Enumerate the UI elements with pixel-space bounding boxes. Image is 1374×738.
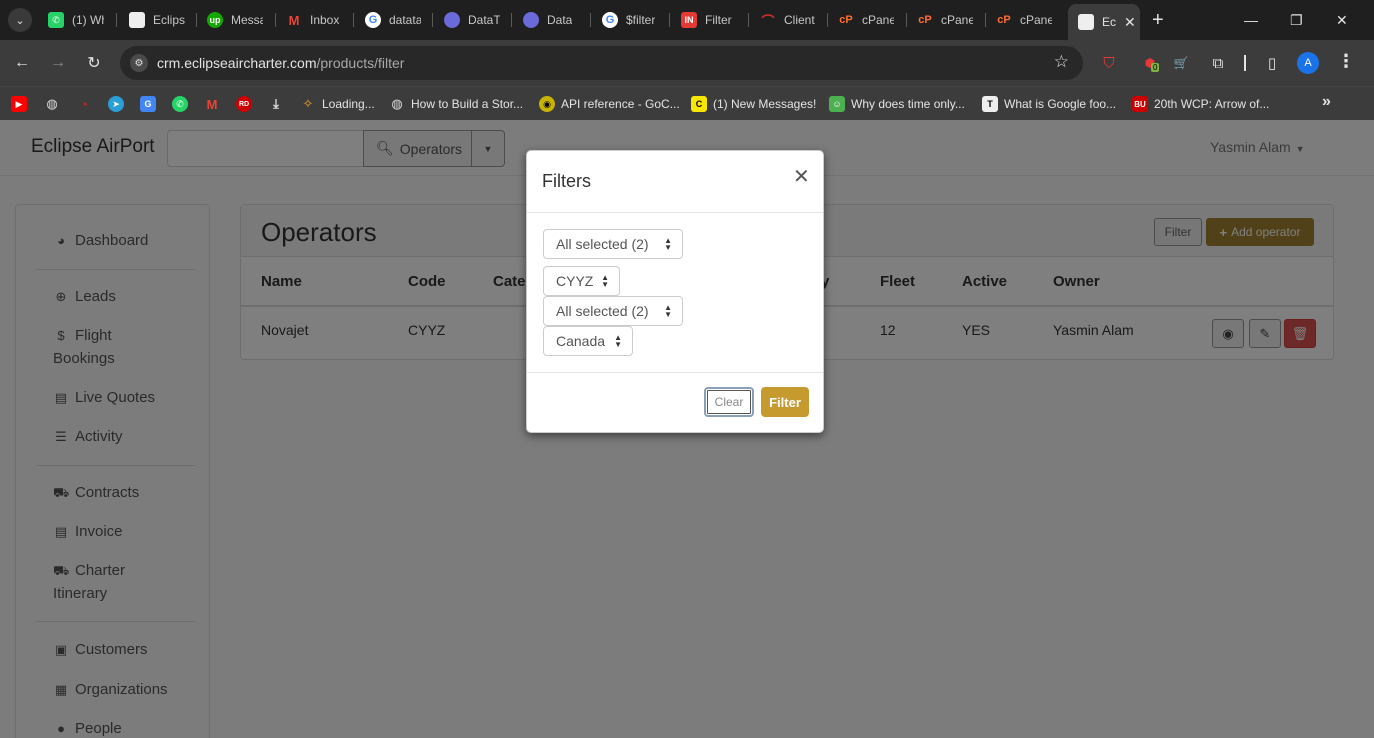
restore-icon[interactable]: ❐ bbox=[1290, 10, 1303, 30]
download-icon: ⤓ bbox=[273, 96, 279, 111]
tab-client[interactable]: ⌒ Client bbox=[760, 6, 816, 34]
bookmark-speed[interactable]: ◔ bbox=[76, 94, 98, 114]
bookmark-youtube[interactable]: ▶ bbox=[11, 94, 33, 114]
filter-select-status[interactable]: All selected (2) ▲ ▼ bbox=[543, 296, 683, 326]
new-tab-icon[interactable]: + bbox=[1152, 8, 1164, 32]
tab-eclipse-active[interactable]: Ec ✕ bbox=[1068, 4, 1140, 40]
datatables-icon bbox=[444, 12, 460, 28]
apply-filter-button[interactable]: Filter bbox=[761, 387, 809, 417]
bookmark-download[interactable]: ⤓ bbox=[268, 94, 290, 114]
rd-icon: RD bbox=[236, 96, 252, 112]
minimize-icon[interactable]: — bbox=[1244, 10, 1258, 30]
tab-messages[interactable]: up Messages bbox=[207, 6, 263, 34]
tab-data[interactable]: Data bbox=[523, 6, 579, 34]
extensions-puzzle-icon[interactable]: ⧉ bbox=[1208, 53, 1228, 73]
sort-arrows-icon: ▲ ▼ bbox=[664, 236, 672, 252]
filter-select-country[interactable]: Canada ▲ ▼ bbox=[543, 326, 633, 356]
bookmark-rd[interactable]: RD bbox=[236, 94, 258, 114]
clear-button[interactable]: Clear bbox=[704, 387, 754, 417]
bookmark-star-icon[interactable]: ☆ bbox=[1054, 52, 1069, 72]
side-panel-icon[interactable]: ▯ bbox=[1262, 53, 1282, 73]
bu-icon: BU bbox=[1132, 96, 1148, 112]
youtube-icon: ▶ bbox=[11, 96, 27, 112]
tab-eclipse[interactable]: Eclipse bbox=[129, 6, 185, 34]
sort-arrows-icon: ▲ ▼ bbox=[614, 333, 622, 349]
tab-filter-search[interactable]: G $filter bbox=[602, 6, 658, 34]
article-icon: ☺ bbox=[829, 96, 845, 112]
profile-avatar[interactable]: A bbox=[1297, 52, 1319, 74]
upwork-icon: up bbox=[207, 12, 223, 28]
gmail-icon: M bbox=[206, 96, 218, 112]
page-icon bbox=[129, 12, 145, 28]
page-icon bbox=[1078, 14, 1094, 30]
tab-cpanel-1[interactable]: cP cPanel bbox=[838, 6, 894, 34]
shield-extension-icon[interactable]: ⛉ bbox=[1099, 53, 1119, 73]
close-tab-icon[interactable]: ✕ bbox=[1124, 14, 1136, 31]
tab-inbox[interactable]: M Inbox bbox=[286, 6, 342, 34]
tab-search-icon[interactable]: ⌄ bbox=[8, 8, 32, 32]
tab-datatables[interactable]: DataTables bbox=[444, 6, 500, 34]
forward-arrow-icon[interactable]: → bbox=[46, 51, 70, 75]
close-icon[interactable]: ✕ bbox=[793, 167, 810, 187]
browser-toolbar: ← → ↻ ⚙ crm.eclipseaircharter.com/produc… bbox=[0, 40, 1374, 86]
filter-select-categories[interactable]: All selected (2) ▲ ▼ bbox=[543, 229, 683, 259]
back-arrow-icon[interactable]: ← bbox=[10, 51, 34, 75]
browser-menu-icon[interactable]: ⋮ bbox=[1337, 51, 1355, 72]
reload-icon[interactable]: ↻ bbox=[82, 51, 106, 75]
bookmark-google-foo[interactable]: T What is Google foo... bbox=[982, 94, 1116, 114]
tab-filter[interactable]: IN Filter bbox=[681, 6, 737, 34]
browser-tab-strip: ⌄ ✆ (1) WhatsApp Eclipse up Messages M I… bbox=[0, 0, 1374, 40]
globe-icon: ◍ bbox=[391, 96, 403, 111]
extension-badge-icon[interactable]: ⬢ 0 bbox=[1140, 53, 1160, 73]
filters-modal: Filters ✕ All selected (2) ▲ ▼ CYYZ ▲ ▼ Al… bbox=[526, 150, 824, 433]
tab-cpanel-3[interactable]: cP cPanel bbox=[996, 6, 1052, 34]
more-bookmarks-icon[interactable]: » bbox=[1322, 93, 1331, 111]
whatsapp-icon: ✆ bbox=[172, 96, 188, 112]
news-icon: T bbox=[982, 96, 998, 112]
whatsapp-icon: ✆ bbox=[48, 12, 64, 28]
client-icon: ⌒ bbox=[761, 13, 775, 29]
site-settings-icon[interactable]: ⚙ bbox=[130, 54, 148, 72]
modal-title: Filters bbox=[542, 171, 591, 191]
tab-whatsapp[interactable]: ✆ (1) WhatsApp bbox=[48, 6, 104, 34]
telegram-icon: ➤ bbox=[108, 96, 124, 112]
google-icon: G bbox=[365, 12, 381, 28]
messages-icon: C bbox=[691, 96, 707, 112]
filter-select-code[interactable]: CYYZ ▲ ▼ bbox=[543, 266, 620, 296]
gmail-icon: M bbox=[288, 12, 300, 28]
bookmark-translate[interactable]: G bbox=[140, 94, 162, 114]
bookmark-api-reference[interactable]: ◉ API reference - GoC... bbox=[539, 94, 680, 114]
cpanel-icon: cP bbox=[997, 14, 1011, 26]
address-bar[interactable]: ⚙ crm.eclipseaircharter.com/products/fil… bbox=[120, 46, 1083, 80]
filter-site-icon: IN bbox=[681, 12, 697, 28]
translate-icon: G bbox=[140, 96, 156, 112]
bookmark-gmail[interactable]: M bbox=[204, 94, 226, 114]
bookmark-whatsapp[interactable]: ✆ bbox=[172, 94, 194, 114]
close-window-icon[interactable]: ✕ bbox=[1336, 10, 1348, 30]
tab-cpanel-2[interactable]: cP cPanel bbox=[917, 6, 973, 34]
globe-icon: ◍ bbox=[46, 96, 58, 111]
sort-arrows-icon: ▲ ▼ bbox=[601, 273, 609, 289]
bookmark-build-store[interactable]: ◍ How to Build a Stor... bbox=[389, 94, 523, 114]
datatables-icon bbox=[523, 12, 539, 28]
bookmark-wcp[interactable]: BU 20th WCP: Arrow of... bbox=[1132, 94, 1269, 114]
bookmark-loading[interactable]: ✧ Loading... bbox=[300, 94, 375, 114]
bookmark-telegram[interactable]: ➤ bbox=[108, 94, 130, 114]
tab-datatables-search[interactable]: G datatables bbox=[365, 6, 421, 34]
bookmark-new-messages[interactable]: C (1) New Messages! bbox=[691, 94, 816, 114]
api-icon: ◉ bbox=[539, 96, 555, 112]
cpanel-icon: cP bbox=[918, 14, 932, 26]
cart-extension-icon[interactable]: 🛒 bbox=[1171, 53, 1191, 73]
speed-icon: ◔ bbox=[80, 96, 88, 112]
extension-badge-count: 0 bbox=[1151, 63, 1160, 72]
cpanel-icon: cP bbox=[839, 14, 853, 26]
bookmark-why-time[interactable]: ☺ Why does time only... bbox=[829, 94, 965, 114]
loading-icon: ✧ bbox=[302, 96, 314, 111]
sort-arrows-icon: ▲ ▼ bbox=[664, 303, 672, 319]
bookmark-globe[interactable]: ◍ bbox=[44, 94, 66, 114]
url-text: crm.eclipseaircharter.com/products/filte… bbox=[157, 55, 405, 71]
bookmarks-bar: ▶ ◍ ◔ ➤ G ✆ M RD ⤓ ✧ Loading... ◍ How to B… bbox=[0, 86, 1374, 120]
google-icon: G bbox=[602, 12, 618, 28]
